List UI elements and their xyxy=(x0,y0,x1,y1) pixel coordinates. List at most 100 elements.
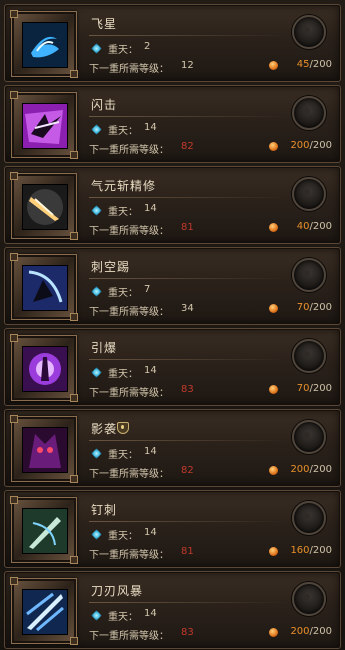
next-level-label: 下一重所需等级： xyxy=(89,550,169,561)
orange-orb-icon xyxy=(269,547,278,556)
skill-card[interactable]: 钉刺 重天： 14 下一重所需等级： 81 160/200 xyxy=(4,490,341,568)
skill-icon-frame[interactable] xyxy=(10,334,78,402)
points-max: /200 xyxy=(309,140,332,151)
next-level-label: 下一重所需等级： xyxy=(89,226,169,237)
skill-icon-frame[interactable] xyxy=(10,172,78,240)
shield-badge-icon xyxy=(117,422,129,434)
skill-card[interactable]: 刀刃风暴 重天： 14 下一重所需等级： 83 200/200 xyxy=(4,571,341,649)
next-level-label: 下一重所需等级： xyxy=(89,145,169,156)
points-max: /200 xyxy=(309,464,332,475)
upgrade-button[interactable] xyxy=(292,15,326,49)
points-progress: 40/200 xyxy=(280,221,332,232)
tier-label: 重天： xyxy=(108,288,138,299)
points-current: 40 xyxy=(296,221,310,232)
divider xyxy=(89,278,289,279)
next-level-label: 下一重所需等级： xyxy=(89,64,169,75)
tier-gem-icon xyxy=(91,610,102,621)
tier-label: 重天： xyxy=(108,45,138,56)
next-level-value: 12 xyxy=(181,60,194,71)
points-max: /200 xyxy=(309,545,332,556)
points-progress: 45/200 xyxy=(280,59,332,70)
skill-name: 飞星 xyxy=(91,17,118,31)
orange-orb-icon xyxy=(269,628,278,637)
next-level-label: 下一重所需等级： xyxy=(89,388,169,399)
kick-icon xyxy=(22,265,68,311)
skill-name: 钉刺 xyxy=(91,503,118,517)
spike-icon xyxy=(22,508,68,554)
divider xyxy=(89,602,289,603)
tier-label: 重天： xyxy=(108,369,138,380)
points-current: 70 xyxy=(296,302,310,313)
upgrade-button[interactable] xyxy=(292,177,326,211)
skill-icon-frame[interactable] xyxy=(10,10,78,78)
skill-icon-frame[interactable] xyxy=(10,253,78,321)
points-progress: 160/200 xyxy=(280,545,332,556)
next-level-label: 下一重所需等级： xyxy=(89,631,169,642)
upgrade-button[interactable] xyxy=(292,582,326,616)
detonate-icon xyxy=(22,346,68,392)
tier-value: 14 xyxy=(144,527,157,538)
orange-orb-icon xyxy=(269,223,278,232)
divider xyxy=(89,359,289,360)
skill-icon-frame[interactable] xyxy=(10,415,78,483)
points-current: 200 xyxy=(290,140,310,151)
tier-gem-icon xyxy=(91,448,102,459)
points-progress: 200/200 xyxy=(280,464,332,475)
points-max: /200 xyxy=(309,59,332,70)
points-current: 200 xyxy=(290,464,310,475)
points-max: /200 xyxy=(309,221,332,232)
skill-card[interactable]: 飞星 重天： 2 下一重所需等级： 12 45/200 xyxy=(4,4,341,82)
points-max: /200 xyxy=(309,302,332,313)
upgrade-button[interactable] xyxy=(292,501,326,535)
skill-icon-frame[interactable] xyxy=(10,91,78,159)
orange-orb-icon xyxy=(269,61,278,70)
points-progress: 70/200 xyxy=(280,302,332,313)
points-progress: 70/200 xyxy=(280,383,332,394)
skill-card[interactable]: 刺空踢 重天： 7 下一重所需等级： 34 70/200 xyxy=(4,247,341,325)
skill-icon-frame[interactable] xyxy=(10,496,78,564)
tier-label: 重天： xyxy=(108,126,138,137)
skill-icon-frame[interactable] xyxy=(10,577,78,645)
tier-label: 重天： xyxy=(108,531,138,542)
divider xyxy=(89,35,289,36)
tier-gem-icon xyxy=(91,124,102,135)
tier-value: 14 xyxy=(144,122,157,133)
upgrade-button[interactable] xyxy=(292,96,326,130)
next-level-value: 82 xyxy=(181,141,194,152)
swirl-icon xyxy=(22,22,68,68)
orange-orb-icon xyxy=(269,304,278,313)
tier-gem-icon xyxy=(91,43,102,54)
slash-orb-icon xyxy=(22,184,68,230)
orange-orb-icon xyxy=(269,385,278,394)
next-level-label: 下一重所需等级： xyxy=(89,469,169,480)
skill-card[interactable]: 闪击 重天： 14 下一重所需等级： 82 200/200 xyxy=(4,85,341,163)
skill-name: 气元斩精修 xyxy=(91,179,157,193)
next-level-value: 83 xyxy=(181,384,194,395)
points-current: 45 xyxy=(296,59,310,70)
points-current: 200 xyxy=(290,626,310,637)
tier-gem-icon xyxy=(91,367,102,378)
points-max: /200 xyxy=(309,383,332,394)
next-level-value: 82 xyxy=(181,465,194,476)
next-level-value: 81 xyxy=(181,546,194,557)
next-level-value: 83 xyxy=(181,627,194,638)
upgrade-button[interactable] xyxy=(292,420,326,454)
points-progress: 200/200 xyxy=(280,140,332,151)
skill-card[interactable]: 影袭 重天： 14 下一重所需等级： 82 200/200 xyxy=(4,409,341,487)
divider xyxy=(89,116,289,117)
upgrade-button[interactable] xyxy=(292,258,326,292)
next-level-label: 下一重所需等级： xyxy=(89,307,169,318)
tier-gem-icon xyxy=(91,286,102,297)
skill-name: 刀刃风暴 xyxy=(91,584,144,598)
tier-value: 2 xyxy=(144,41,151,52)
points-max: /200 xyxy=(309,626,332,637)
points-current: 160 xyxy=(290,545,310,556)
tier-label: 重天： xyxy=(108,450,138,461)
skill-name: 刺空踢 xyxy=(91,260,131,274)
blade-storm-icon xyxy=(22,589,68,635)
upgrade-button[interactable] xyxy=(292,339,326,373)
skill-card[interactable]: 气元斩精修 重天： 14 下一重所需等级： 81 40/200 xyxy=(4,166,341,244)
skill-card[interactable]: 引爆 重天： 14 下一重所需等级： 83 70/200 xyxy=(4,328,341,406)
orange-orb-icon xyxy=(269,466,278,475)
skill-list: 飞星 重天： 2 下一重所需等级： 12 45/200 闪击 重天： 14 下一… xyxy=(0,0,345,650)
